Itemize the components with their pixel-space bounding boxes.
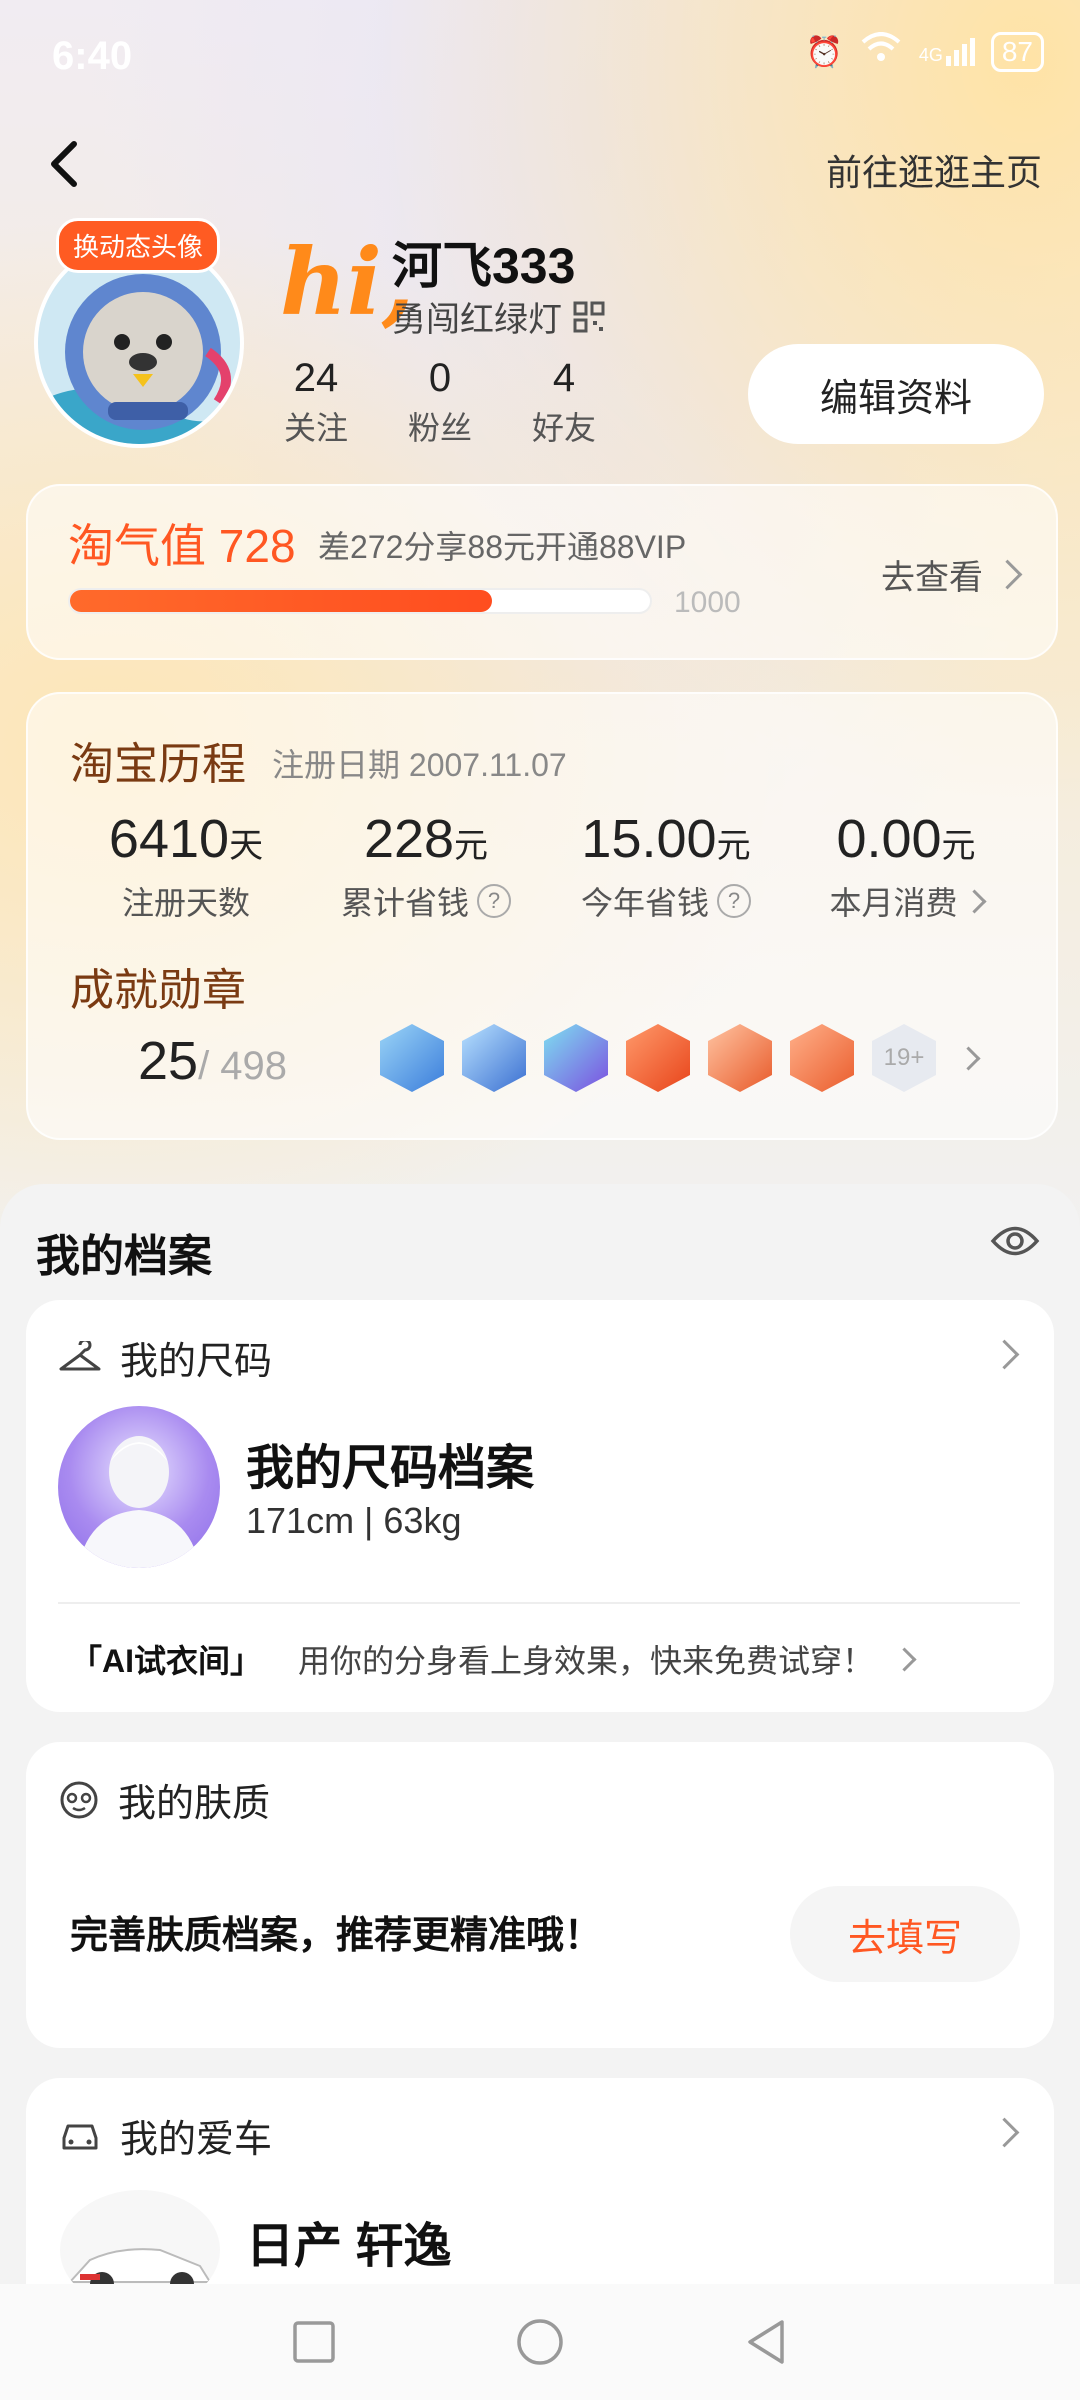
taoqi-progress-bar	[68, 588, 652, 614]
user-tag-label: 勇闯红绿灯	[392, 301, 562, 339]
skin-header: 我的肤质	[58, 1772, 270, 1827]
medal-list[interactable]: 19+	[380, 1024, 981, 1092]
ai-fitting-row[interactable]: 「AI试衣间」 用你的分身看上身效果，快来免费试穿！	[70, 1636, 917, 1682]
taoqi-subtitle: 差272分享88元开通88VIP	[318, 529, 687, 565]
taoqi-progress-fill	[70, 590, 493, 612]
medal-icon	[462, 1024, 526, 1092]
metric-label: 注册天数	[121, 885, 250, 921]
car-header[interactable]: 我的爱车	[58, 2108, 272, 2163]
metric-register-days: 6410天 注册天数	[86, 808, 286, 924]
avatar-badge[interactable]: 换动态头像	[56, 218, 221, 273]
back-nav-icon[interactable]	[744, 2318, 788, 2366]
metric-value: 0.00	[836, 809, 942, 869]
medal-title: 成就勋章	[70, 966, 246, 1015]
look-label: 去查看	[881, 559, 983, 597]
metric-value: 6410	[108, 809, 230, 869]
stat-number: 4	[552, 356, 576, 400]
fill-skin-button[interactable]: 去填写	[790, 1886, 1020, 1982]
user-tag[interactable]: 勇闯红绿灯	[392, 292, 606, 341]
stat-fans[interactable]: 0 粉丝	[390, 356, 490, 449]
chevron-right-icon	[892, 1646, 917, 1672]
metric-unit: 元	[454, 827, 489, 865]
help-icon[interactable]: ?	[477, 884, 511, 918]
medal-count: 25/ 498	[138, 1030, 287, 1092]
stat-label: 好友	[531, 410, 596, 446]
back-arrow-icon	[51, 141, 77, 187]
medal-icon	[790, 1024, 854, 1092]
divider	[58, 1602, 1020, 1604]
size-header[interactable]: 我的尺码	[58, 1330, 272, 1385]
medal-icon	[626, 1024, 690, 1092]
medal-count-value: 25	[138, 1031, 199, 1091]
metric-label: 累计省钱	[340, 885, 469, 921]
size-title: 我的尺码	[120, 1341, 273, 1383]
chevron-right-icon	[961, 888, 987, 914]
mannequin-icon	[78, 1436, 200, 1568]
metric-unit: 天	[229, 827, 264, 865]
qr-code-icon	[573, 301, 605, 332]
edit-profile-button[interactable]: 编辑资料	[748, 344, 1044, 444]
recent-apps-icon[interactable]	[292, 2320, 336, 2364]
metric-value: 15.00	[581, 809, 717, 869]
stat-friends[interactable]: 4 好友	[514, 356, 614, 449]
history-title: 淘宝历程	[70, 740, 246, 789]
register-date: 注册日期 2007.11.07	[272, 747, 567, 783]
wifi-icon	[859, 32, 903, 72]
taoqi-max: 1000	[674, 586, 741, 619]
metric-unit: 元	[716, 827, 751, 865]
go-home-link[interactable]: 前往逛逛主页	[826, 144, 1042, 196]
skin-title: 我的肤质	[118, 1783, 271, 1825]
medal-total: / 498	[198, 1044, 288, 1088]
taoqi-title: 淘气值 728	[68, 520, 296, 572]
archive-title: 我的档案	[36, 1232, 212, 1281]
system-navbar	[0, 2284, 1080, 2400]
taoqi-look-link[interactable]: 去查看	[881, 550, 1023, 599]
size-avatar	[58, 1406, 220, 1568]
metric-label: 本月消费	[829, 885, 958, 921]
stat-number: 0	[428, 356, 452, 400]
car-title: 我的爱车	[120, 2119, 273, 2161]
face-icon	[60, 1781, 98, 1818]
metric-unit: 元	[941, 827, 976, 865]
signal-icon: 4G	[919, 38, 975, 66]
car-icon	[62, 2124, 98, 2149]
chevron-right-icon	[992, 559, 1023, 590]
stat-number: 24	[293, 356, 339, 400]
alarm-icon: ⏰	[805, 35, 843, 69]
medal-icon	[544, 1024, 608, 1092]
ai-fitting-text: 用你的分身看上身效果，快来免费试穿！	[298, 1643, 875, 1679]
help-icon[interactable]: ?	[717, 884, 751, 918]
more-medals-badge: 19+	[872, 1024, 936, 1092]
stat-label: 关注	[283, 410, 348, 446]
back-button[interactable]	[44, 140, 84, 187]
size-card-title: 我的尺码档案	[246, 1442, 535, 1495]
network-label: 4G	[918, 45, 943, 65]
medal-icon	[708, 1024, 772, 1092]
stat-label: 粉丝	[407, 410, 472, 446]
medal-icon	[380, 1024, 444, 1092]
status-time: 6:40	[52, 34, 133, 78]
chevron-right-icon	[956, 1045, 981, 1071]
metric-year-saved[interactable]: 15.00元 今年省钱?	[556, 808, 776, 924]
ai-fitting-label: 「AI试衣间」	[70, 1643, 263, 1679]
metric-label: 今年省钱	[580, 885, 709, 921]
metric-month-spend[interactable]: 0.00元 本月消费	[796, 808, 1016, 924]
battery-icon: 87	[990, 32, 1044, 72]
car-name: 日产 轩逸	[246, 2220, 452, 2273]
status-icons: ⏰ 4G 87	[805, 32, 1044, 72]
metric-value: 228	[363, 809, 455, 869]
skin-prompt: 完善肤质档案，推荐更精准哦！	[70, 1915, 603, 1957]
stat-follow[interactable]: 24 关注	[266, 356, 366, 449]
size-card-value: 171cm | 63kg	[246, 1500, 462, 1541]
username: 河飞333	[392, 238, 576, 294]
home-icon[interactable]	[516, 2318, 564, 2366]
eye-icon[interactable]	[990, 1224, 1040, 1263]
metric-total-saved[interactable]: 228元 累计省钱?	[316, 808, 536, 924]
hanger-icon	[59, 1340, 101, 1370]
